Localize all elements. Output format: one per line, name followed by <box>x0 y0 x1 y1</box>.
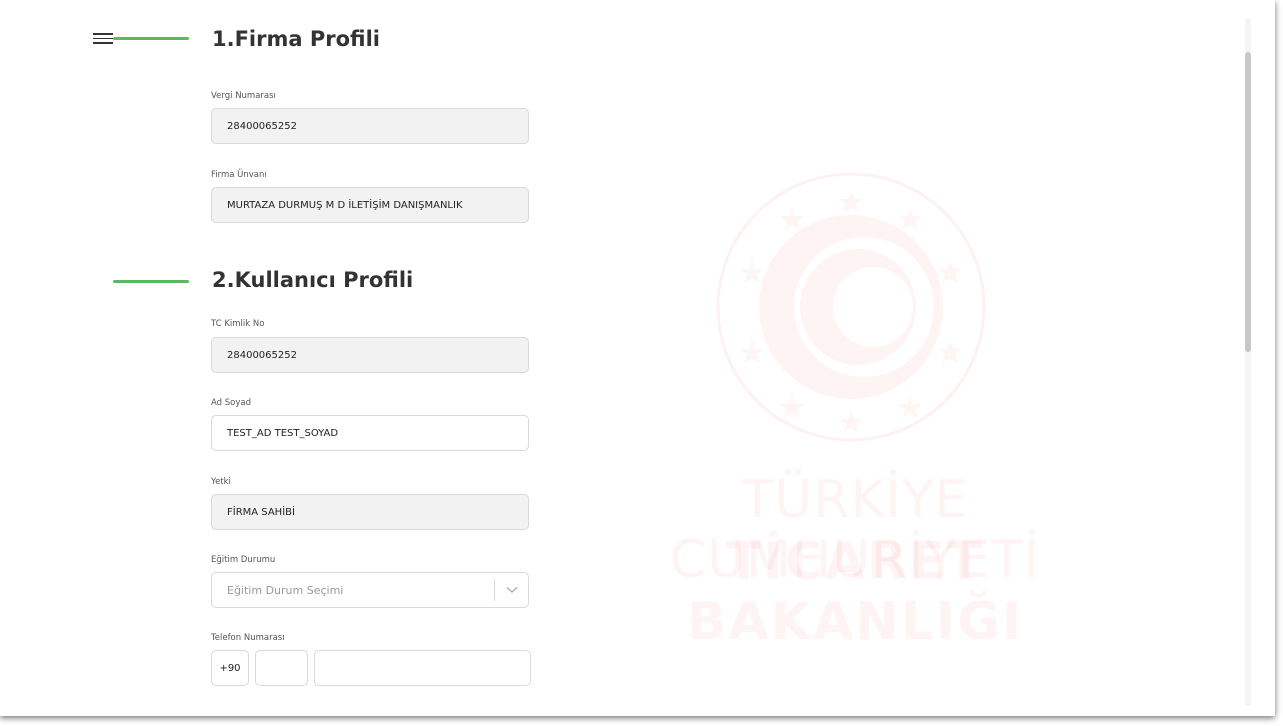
ad-soyad-field[interactable]: TEST_AD TEST_SOYAD <box>211 415 529 451</box>
page-frame: 1.Firma Profili Vergi Numarası 284000652… <box>0 0 1275 716</box>
yetki-label: Yetki <box>211 477 231 487</box>
egitim-placeholder: Eğitim Durum Seçimi <box>227 583 344 597</box>
scrollbar-thumb[interactable] <box>1245 52 1251 352</box>
telefon-label: Telefon Numarası <box>211 633 285 643</box>
egitim-label: Eğitim Durumu <box>211 555 276 565</box>
ad-soyad-value: TEST_AD TEST_SOYAD <box>227 427 339 439</box>
unvan-field[interactable]: MURTAZA DURMUŞ M D İLETİŞİM DANIŞMANLIK <box>211 187 529 223</box>
hamburger-menu-icon[interactable] <box>93 33 113 45</box>
phone-area-code-input[interactable] <box>255 650 308 686</box>
vergi-field[interactable]: 28400065252 <box>211 108 529 144</box>
phone-prefix: +90 <box>211 650 249 686</box>
chevron-down-icon[interactable] <box>494 579 528 601</box>
ministry-watermark: TÜRKİYE CUMHURİYETİ TİCARET BAKANLIĞI <box>540 170 1160 652</box>
unvan-value: MURTAZA DURMUŞ M D İLETİŞİM DANIŞMANLIK <box>227 199 463 211</box>
tc-value: 28400065252 <box>227 349 297 361</box>
section-title-firma: 1.Firma Profili <box>212 27 380 51</box>
tc-label: TC Kimlik No <box>211 319 265 329</box>
watermark-line1: TÜRKİYE CUMHURİYETİ <box>669 470 1041 590</box>
yetki-field[interactable]: FİRMA SAHİBİ <box>211 494 529 530</box>
section-indicator-bar <box>113 280 189 283</box>
phone-prefix-value: +90 <box>219 662 241 674</box>
ministry-emblem-icon <box>716 172 986 442</box>
egitim-select[interactable]: Eğitim Durum Seçimi <box>211 572 529 608</box>
ad-label: Ad Soyad <box>211 398 251 408</box>
section-title-kullanici: 2.Kullanıcı Profili <box>212 268 414 292</box>
vertical-scrollbar[interactable] <box>1245 18 1251 706</box>
vergi-label: Vergi Numarası <box>211 91 276 101</box>
section-indicator-bar <box>113 37 189 40</box>
phone-number-input[interactable] <box>314 650 531 686</box>
yetki-value: FİRMA SAHİBİ <box>227 506 295 518</box>
tc-field[interactable]: 28400065252 <box>211 337 529 373</box>
watermark-line2: TİCARET BAKANLIĞI <box>686 532 1024 652</box>
unvan-label: Firma Ünvanı <box>211 170 267 180</box>
vergi-value: 28400065252 <box>227 120 297 132</box>
